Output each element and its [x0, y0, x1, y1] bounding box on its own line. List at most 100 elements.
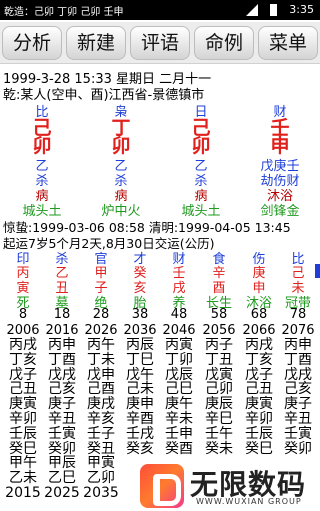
flow-year: 庚申 — [126, 396, 154, 413]
pillar-branch: 卯 — [111, 135, 131, 157]
flow-year: 戊寅 — [205, 366, 233, 383]
luck-start-year: 2076 — [281, 323, 315, 338]
flow-year: 丙子 — [205, 337, 233, 353]
flow-year-column: 丙申 丁酉 戊戌 己亥 庚子 辛丑 壬寅 癸卯 甲辰 乙巳 2025 — [42, 338, 82, 501]
flow-year: 丁卯 — [165, 351, 193, 368]
flow-year: 戊午 — [126, 366, 154, 383]
flow-year: 己亥 — [48, 381, 76, 398]
flow-year: 丙午 — [87, 337, 115, 353]
flow-year: 癸卯 — [284, 440, 312, 457]
flow-year: 辛卯 — [245, 410, 273, 427]
flow-year: 辛未 — [165, 410, 193, 427]
flow-year: 丙申 — [48, 337, 76, 353]
flow-year: 丁未 — [87, 351, 115, 368]
flow-year: 丙戌 — [245, 337, 273, 353]
flow-year: 壬午 — [205, 425, 233, 442]
luck-start-year: 2056 — [202, 323, 236, 338]
watermark: 无限数码 WWW.WUXIAN GROUP — [134, 460, 320, 511]
flow-year-column: 丙寅 丁卯 戊辰 己巳 庚午 辛未 壬申 癸酉 — [159, 338, 199, 456]
flow-year: 丁巳 — [126, 351, 154, 368]
luck-age: 28 — [92, 307, 110, 322]
luck-end-year: 2015 — [5, 484, 41, 501]
flow-year: 辛巳 — [205, 410, 233, 427]
flow-year: 庚辰 — [205, 396, 233, 413]
flow-year: 丁丑 — [205, 351, 233, 368]
luck-age: 8 — [18, 307, 28, 322]
pillar-branch: 卯 — [191, 135, 211, 157]
flow-year: 丙戌 — [9, 337, 37, 353]
status-bar: 乾造：己卯 丁卯 己卯 壬申 3:35 — [0, 0, 320, 20]
flow-year: 戊戌 — [48, 366, 76, 383]
status-time: 3:35 — [289, 3, 314, 16]
flow-year: 癸未 — [205, 440, 233, 457]
flow-year: 甲午 — [9, 455, 37, 472]
flow-year: 癸卯 — [48, 440, 76, 457]
toolbar: 分析 新建 评语 命例 菜单 — [0, 22, 320, 64]
luck-age: 18 — [53, 307, 71, 322]
signal-icon — [246, 4, 258, 16]
luck-end-year: 2035 — [83, 484, 119, 501]
flow-year: 乙未 — [9, 470, 37, 487]
flow-year: 戊子 — [245, 366, 273, 383]
flow-year: 乙卯 — [87, 470, 115, 487]
new-button[interactable]: 新建 — [66, 26, 126, 60]
flow-year: 丙寅 — [165, 337, 193, 353]
flow-year: 丙申 — [284, 337, 312, 353]
flow-year: 庚子 — [48, 396, 76, 413]
flow-year: 己丑 — [245, 381, 273, 398]
watermark-subtext: WWW.WUXIAN GROUP — [196, 497, 302, 506]
luck-age: 68 — [250, 307, 268, 322]
luck-age: 48 — [170, 307, 188, 322]
luck-age: 58 — [210, 307, 228, 322]
flow-year: 壬寅 — [284, 425, 312, 442]
flow-year: 壬子 — [87, 425, 115, 442]
watermark-logo-icon — [140, 464, 184, 508]
flow-year: 癸亥 — [126, 440, 154, 457]
flow-year-column: 丙申 丁酉 戊戌 己亥 庚子 辛丑 壬寅 癸卯 — [278, 338, 318, 456]
flow-year: 丁酉 — [284, 351, 312, 368]
luck-age: 38 — [131, 307, 149, 322]
pillar-branch: 申 — [270, 135, 290, 157]
flow-year: 庚寅 — [245, 396, 273, 413]
luck-age: 78 — [289, 307, 307, 322]
flow-year: 庚戌 — [87, 396, 115, 413]
flow-year: 己未 — [126, 381, 154, 398]
menu-button[interactable]: 菜单 — [258, 26, 318, 60]
flow-year: 壬申 — [165, 425, 193, 442]
examples-button[interactable]: 命例 — [194, 26, 254, 60]
analyze-button[interactable]: 分析 — [2, 26, 62, 60]
flow-year: 辛丑 — [284, 410, 312, 427]
luck-start-year: 2006 — [6, 323, 40, 338]
pillar-branch: 卯 — [32, 135, 52, 157]
comment-button[interactable]: 评语 — [130, 26, 190, 60]
flow-year: 己巳 — [165, 381, 193, 398]
flow-year: 壬辰 — [245, 425, 273, 442]
luck-start-year: 2026 — [84, 323, 118, 338]
flow-year: 庚寅 — [9, 396, 37, 413]
flow-year-column: 丙戌 丁亥 戊子 己丑 庚寅 辛卯 壬辰 癸巳 — [239, 338, 279, 456]
flow-year: 辛卯 — [9, 410, 37, 427]
flow-year: 癸酉 — [165, 440, 193, 457]
flow-year: 壬寅 — [48, 425, 76, 442]
luck-start-year: 2066 — [242, 323, 276, 338]
flow-year: 癸巳 — [245, 440, 273, 457]
flow-year: 丁亥 — [9, 351, 37, 368]
flow-year-column: 丙戌 丁亥 戊子 己丑 庚寅 辛卯 壬辰 癸巳 甲午 乙未 2015 — [3, 338, 43, 501]
flow-year-column: 丙午 丁未 戊申 己酉 庚戌 辛亥 壬子 癸丑 甲寅 乙卯 2035 — [81, 338, 121, 501]
flow-year: 辛酉 — [126, 410, 154, 427]
flow-year: 庚子 — [284, 396, 312, 413]
scroll-indicator[interactable] — [315, 264, 320, 278]
flow-year: 癸巳 — [9, 440, 37, 457]
flow-year: 戊辰 — [165, 366, 193, 383]
flow-year: 庚午 — [165, 396, 193, 413]
flow-year: 甲寅 — [87, 455, 115, 472]
flow-year: 壬辰 — [9, 425, 37, 442]
flow-year-column: 丙辰 丁巳 戊午 己未 庚申 辛酉 壬戌 癸亥 — [120, 338, 160, 456]
flow-year: 戊戌 — [284, 366, 312, 383]
flow-year: 丁亥 — [245, 351, 273, 368]
flow-year: 辛亥 — [87, 410, 115, 427]
luck-end-year: 2025 — [44, 484, 80, 501]
flow-year: 己卯 — [205, 381, 233, 398]
flow-year: 辛丑 — [48, 410, 76, 427]
flow-year-column: 丙子 丁丑 戊寅 己卯 庚辰 辛巳 壬午 癸未 — [199, 338, 239, 456]
